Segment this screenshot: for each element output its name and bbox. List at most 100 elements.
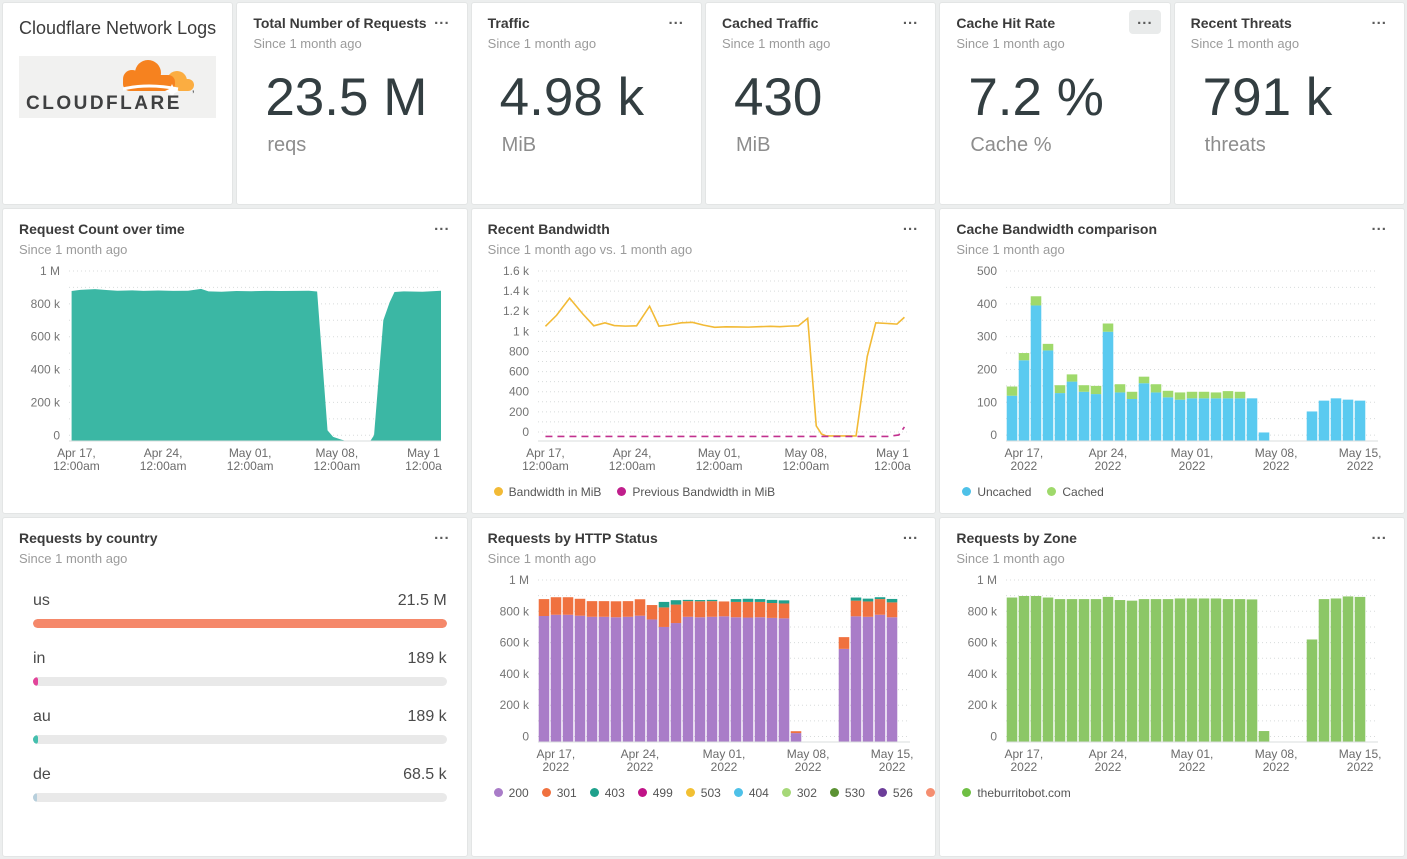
legend-label: Bandwidth in MiB [508,484,602,499]
panel-recent-bandwidth: Recent Bandwidth Since 1 month ago vs. 1… [470,208,937,514]
svg-text:2022: 2022 [542,760,569,774]
panel-recent-threats: Recent Threats Since 1 month ago ... 791… [1173,2,1405,205]
legend-item[interactable]: 524 [925,786,935,800]
panel-title: Requests by Zone [956,530,1077,546]
stat-value: 791 k [1202,67,1333,127]
legend-item[interactable]: 530 [829,786,865,800]
svg-text:400: 400 [509,384,529,398]
svg-text:300: 300 [977,329,997,343]
cache-bandwidth-chart: 500 400 300 200 100 0 Apr 17, 2022 Apr 24, 2022 Ma… [956,259,1388,477]
legend-item[interactable]: Bandwidth in MiB [493,484,602,499]
panel-subtitle: Since 1 month ago [721,35,831,51]
country-bar-track [33,618,447,628]
legend-label: 301 [556,785,577,800]
svg-text:Apr 24,: Apr 24, [612,446,651,460]
panel-subtitle: Since 1 month ago [19,550,128,566]
svg-text:2022: 2022 [1347,459,1374,473]
svg-text:0: 0 [991,729,998,743]
legend-item[interactable]: Previous Bandwidth in MiB [617,485,775,499]
legend-item[interactable]: 403 [589,786,625,800]
legend-dot-icon [829,788,839,797]
svg-text:12:00am: 12:00am [227,459,274,473]
stat-value: 4.98 k [499,67,645,127]
svg-text:0: 0 [53,428,60,442]
panel-subtitle: Since 1 month ago [956,35,1065,51]
panel-subtitle: Since 1 month ago [253,35,362,51]
panel-menu-button[interactable]: ... [1363,10,1395,34]
panel-cache-bandwidth: Cache Bandwidth comparison Since 1 month… [939,208,1405,514]
request-count-chart: 1 M 800 k 600 k 400 k 200 k 0 Apr 17, 12:00am Ap… [19,259,451,477]
svg-text:12:00am: 12:00am [608,459,655,473]
panel-menu-button[interactable]: ... [895,216,927,240]
svg-text:200 k: 200 k [499,698,529,712]
country-bar-fill [33,618,447,628]
svg-text:1.4 k: 1.4 k [503,284,530,298]
cloudflare-wordmark: CLOUDFLARE [26,93,182,114]
svg-text:800 k: 800 k [499,604,529,618]
country-bar-fill [33,734,39,744]
svg-text:800 k: 800 k [31,296,61,310]
panel-menu-button[interactable]: ... [1363,525,1395,549]
svg-text:May 1: May 1 [407,446,440,460]
svg-text:May 15,: May 15, [1339,747,1382,761]
svg-text:500: 500 [977,264,997,278]
legend-dot-icon [781,788,791,797]
legend-item[interactable]: 499 [637,786,673,800]
panel-menu-button[interactable]: ... [426,525,458,549]
svg-text:1 M: 1 M [977,573,997,587]
panel-traffic: Traffic Since 1 month ago ... 4.98 k MiB [470,2,702,205]
chart-row-2: Requests by country Since 1 month ago ..… [2,517,1405,857]
panel-request-count: Request Count over time Since 1 month ag… [2,208,468,514]
country-row: in 189 k [33,650,447,686]
legend-label: 302 [796,785,817,800]
panel-subtitle: Since 1 month ago [956,241,1065,257]
legend-label: Cached [1062,484,1104,499]
svg-text:12:00a: 12:00a [405,459,442,473]
legend-item[interactable]: 200 [493,785,529,800]
legend-item[interactable]: 526 [877,786,913,800]
panel-title: Traffic [487,15,530,31]
panel-menu-button[interactable]: ... [1129,10,1161,34]
svg-text:2022: 2022 [1263,459,1290,473]
svg-text:May 15,: May 15, [870,747,913,761]
svg-text:2022: 2022 [1095,459,1122,473]
panel-menu-button[interactable]: ... [895,10,927,34]
legend-item[interactable]: 503 [685,786,721,800]
svg-text:600 k: 600 k [499,635,529,649]
svg-text:0: 0 [522,729,529,743]
panel-title: Recent Bandwidth [487,221,610,237]
stat-value: 430 [733,67,823,127]
svg-text:1 M: 1 M [40,264,60,278]
legend-dot-icon [685,788,695,797]
svg-text:May 08,: May 08, [784,446,827,460]
legend-item[interactable]: theburritobot.com [962,786,1071,800]
legend-item[interactable]: Cached [1047,484,1104,499]
svg-text:12:00am: 12:00am [140,459,187,473]
country-bar-fill [33,792,37,802]
svg-text:May 01,: May 01, [697,446,740,460]
svg-text:May 01,: May 01, [702,747,745,761]
stat-unit: reqs [267,133,307,156]
legend-item[interactable]: 301 [541,785,577,800]
dashboard: Cloudflare Network Logs CLOUDFLARE ’ Tot… [0,0,1407,859]
panel-menu-button[interactable]: ... [426,216,458,240]
legend-item[interactable]: Uncached [962,485,1031,499]
legend-dot-icon [733,788,743,797]
panel-menu-button[interactable]: ... [426,10,458,34]
legend-dot-icon [493,788,503,797]
legend-label: 200 [508,785,529,800]
svg-text:2022: 2022 [1011,459,1038,473]
legend-item[interactable]: 404 [733,786,769,800]
svg-text:12:00am: 12:00am [782,459,829,473]
svg-text:600: 600 [509,364,529,378]
legend-item[interactable]: 302 [781,785,817,800]
svg-text:Apr 24,: Apr 24, [1089,446,1128,460]
country-value: 68.5 k [403,765,447,783]
panel-cache-hit-rate: Cache Hit Rate Since 1 month ago ... 7.2… [939,2,1171,205]
panel-menu-button[interactable]: ... [1363,216,1395,240]
panel-brand: Cloudflare Network Logs CLOUDFLARE ’ [2,2,234,205]
panel-requests-by-country: Requests by country Since 1 month ago ..… [2,517,468,857]
cloudflare-logo: CLOUDFLARE ’ [19,55,217,118]
panel-menu-button[interactable]: ... [660,10,692,34]
panel-menu-button[interactable]: ... [895,525,927,549]
